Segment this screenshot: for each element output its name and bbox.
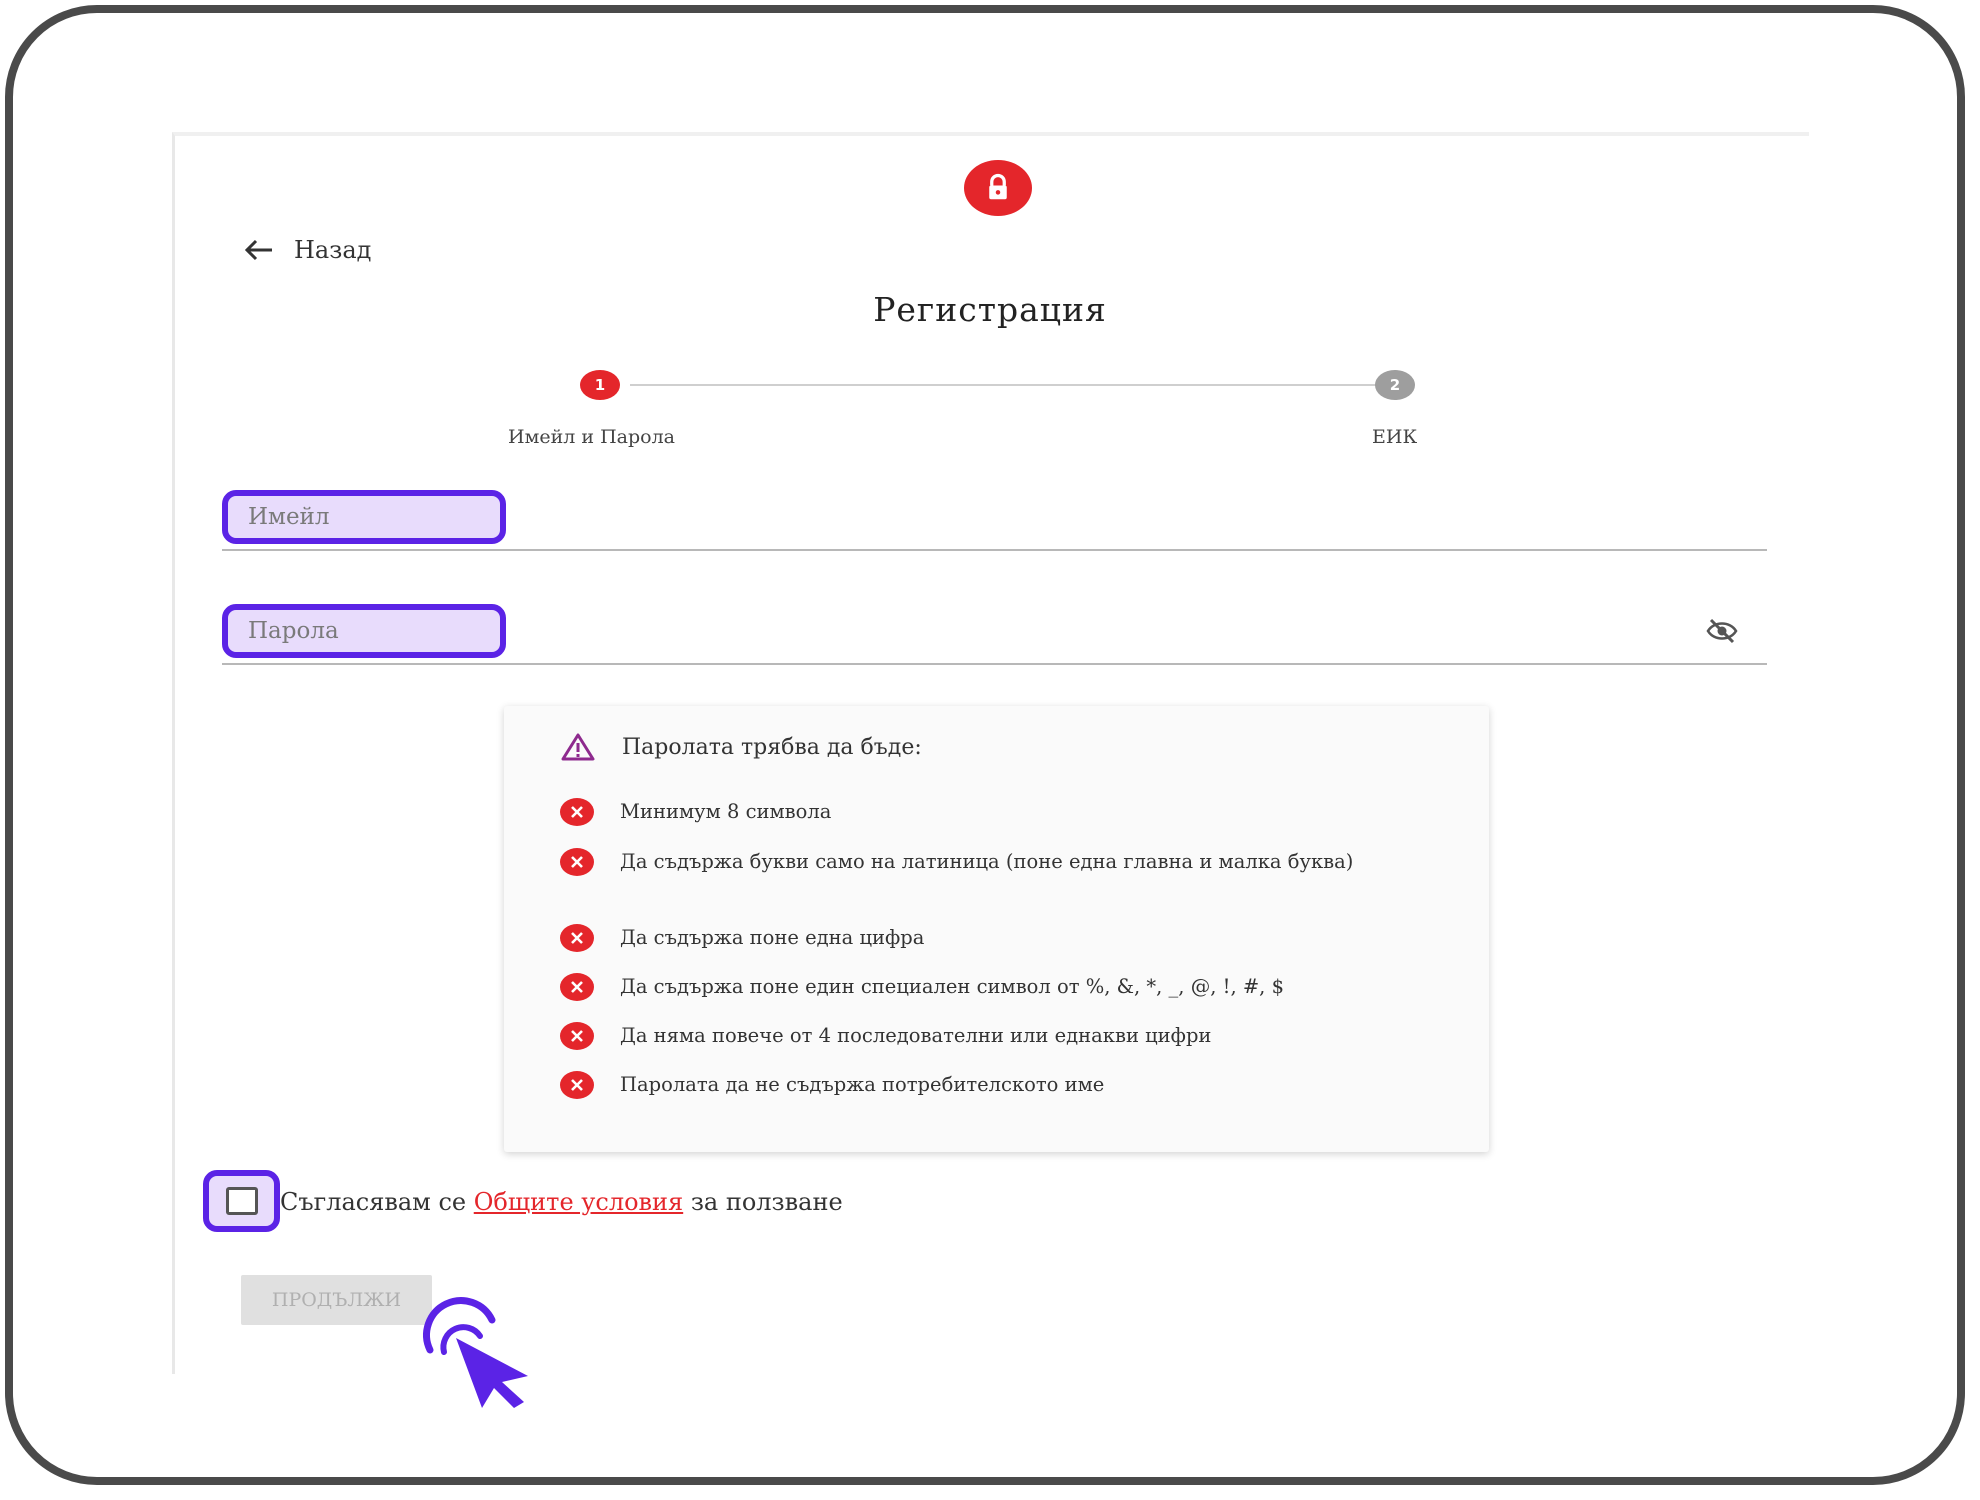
arrow-left-icon — [244, 239, 272, 261]
requirement-item: Паролата да не съдържа потребителското и… — [560, 1071, 1440, 1099]
back-label: Назад — [294, 236, 372, 264]
back-link[interactable]: Назад — [244, 236, 371, 264]
terms-suffix: за ползване — [683, 1188, 843, 1216]
requirements-heading-text: Паролата трябва да бъде: — [622, 734, 922, 760]
password-requirements-panel: Паролата трябва да бъде: Минимум 8 симво… — [504, 706, 1489, 1152]
stepper-connector — [630, 384, 1378, 386]
requirements-heading: Паролата трябва да бъде: — [560, 732, 922, 762]
terms-link[interactable]: Общите условия — [474, 1188, 683, 1216]
error-icon — [560, 848, 594, 876]
error-icon — [560, 1071, 594, 1099]
requirement-item: Да няма повече от 4 последователни или е… — [560, 1022, 1440, 1050]
continue-button[interactable]: ПРОДЪЛЖИ — [241, 1275, 432, 1325]
lock-icon — [964, 160, 1032, 216]
click-cursor-icon — [410, 1290, 540, 1414]
requirement-item: Да съдържа букви само на латиница (поне … — [560, 848, 1440, 876]
requirement-text: Да съдържа поне един специален символ от… — [620, 975, 1284, 998]
error-icon — [560, 798, 594, 826]
password-label: Парола — [248, 618, 339, 644]
step-2-indicator: 2 — [1375, 370, 1415, 400]
requirement-text: Паролата да не съдържа потребителското и… — [620, 1073, 1105, 1096]
requirement-text: Минимум 8 символа — [620, 800, 832, 823]
email-underline — [222, 549, 1767, 551]
terms-agreement: Съгласявам се Общите условия за ползване — [280, 1188, 843, 1216]
page-title: Регистрация — [873, 290, 1107, 329]
error-icon — [560, 973, 594, 1001]
requirement-item: Да съдържа поне една цифра — [560, 924, 1440, 952]
checkbox-square — [225, 1187, 258, 1215]
email-label: Имейл — [248, 504, 330, 530]
terms-prefix: Съгласявам се — [280, 1188, 474, 1216]
visibility-off-icon[interactable] — [1706, 618, 1738, 648]
requirement-text: Да съдържа букви само на латиница (поне … — [620, 850, 1354, 873]
error-icon — [560, 1022, 594, 1050]
requirement-text: Да съдържа поне една цифра — [620, 926, 925, 949]
email-field[interactable]: Имейл — [222, 490, 506, 544]
error-icon — [560, 924, 594, 952]
terms-checkbox[interactable] — [203, 1170, 280, 1232]
password-field[interactable]: Парола — [222, 604, 506, 658]
requirement-text: Да няма повече от 4 последователни или е… — [620, 1024, 1212, 1047]
step-1-indicator: 1 — [580, 370, 620, 400]
step-1-label: Имейл и Парола — [508, 426, 675, 448]
requirement-item: Минимум 8 символа — [560, 798, 1440, 826]
password-underline — [222, 663, 1767, 665]
warning-icon — [561, 733, 595, 761]
requirement-item: Да съдържа поне един специален символ от… — [560, 973, 1440, 1001]
step-2-label: ЕИК — [1372, 426, 1418, 448]
